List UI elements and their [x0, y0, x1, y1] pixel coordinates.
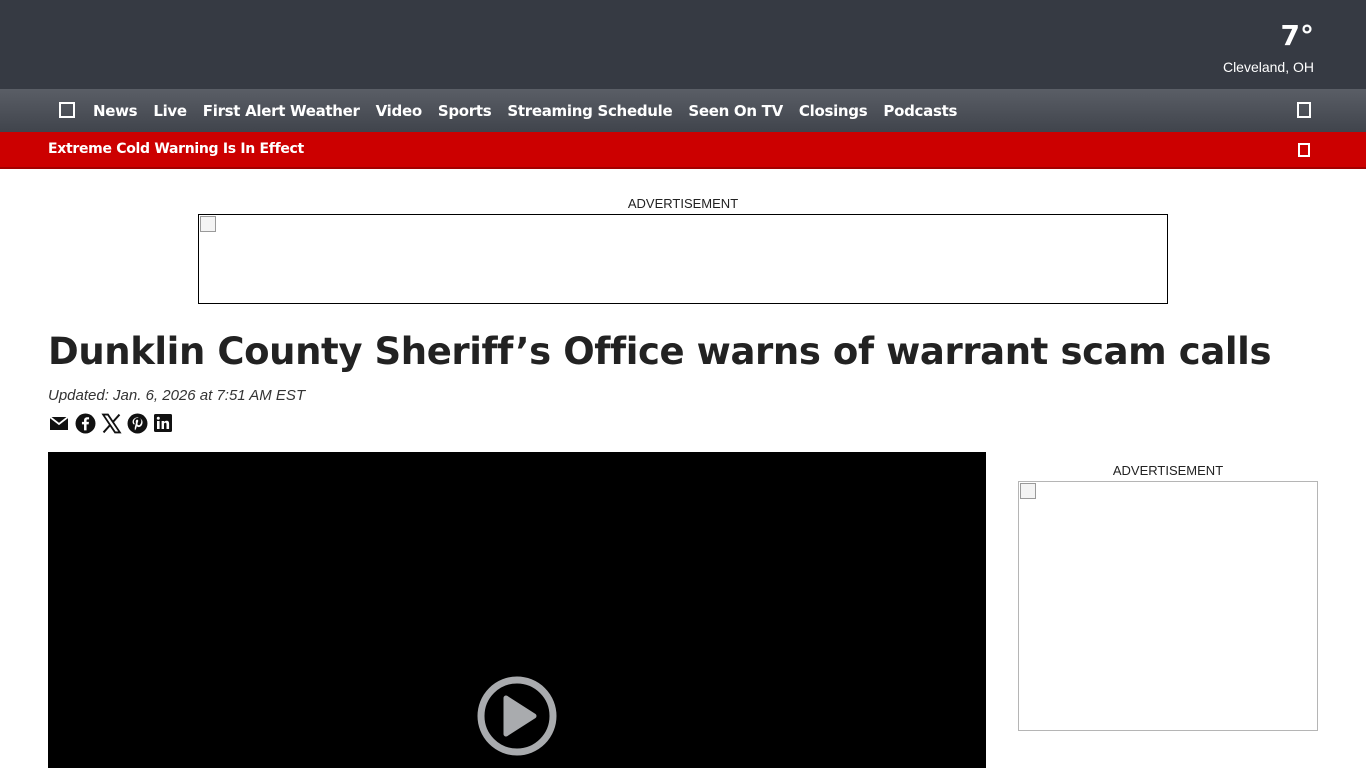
top-header: 7° Cleveland, OH [0, 0, 1366, 89]
linkedin-icon[interactable] [152, 411, 174, 435]
share-bar [48, 411, 174, 435]
menu-icon[interactable] [58, 101, 76, 119]
nav-item-live[interactable]: Live [145, 102, 194, 120]
weather-temperature: 7° [1280, 19, 1314, 52]
alert-text[interactable]: Extreme Cold Warning Is In Effect [48, 141, 304, 157]
facebook-icon[interactable] [74, 411, 96, 435]
nav-item-news[interactable]: News [85, 102, 145, 120]
nav-items: News Live First Alert Weather Video Spor… [85, 89, 965, 132]
email-icon[interactable] [48, 411, 70, 435]
alert-banner: Extreme Cold Warning Is In Effect [0, 132, 1366, 169]
play-icon[interactable] [476, 675, 558, 757]
weather-location: Cleveland, OH [1222, 59, 1314, 75]
broken-image-icon [200, 216, 216, 232]
article-headline: Dunklin County Sheriff’s Office warns of… [48, 330, 1272, 373]
nav-item-streaming-schedule[interactable]: Streaming Schedule [499, 102, 680, 120]
ad-top-banner[interactable] [198, 214, 1168, 304]
nav-item-video[interactable]: Video [368, 102, 430, 120]
nav-item-sports[interactable]: Sports [430, 102, 500, 120]
ad-top-label: ADVERTISEMENT [627, 196, 739, 211]
ad-sidebar[interactable] [1018, 481, 1318, 731]
x-icon[interactable] [100, 411, 122, 435]
close-icon[interactable] [1296, 142, 1312, 158]
article-updated-timestamp: Updated: Jan. 6, 2026 at 7:51 AM EST [48, 387, 306, 404]
nav-item-podcasts[interactable]: Podcasts [875, 102, 965, 120]
main-nav: News Live First Alert Weather Video Spor… [0, 89, 1366, 132]
search-icon[interactable] [1295, 101, 1313, 119]
nav-item-seen-on-tv[interactable]: Seen On TV [680, 102, 791, 120]
video-player[interactable] [48, 452, 986, 768]
ad-side-label: ADVERTISEMENT [1112, 463, 1224, 478]
weather-widget[interactable]: 7° Cleveland, OH [1223, 18, 1314, 76]
pinterest-icon[interactable] [126, 411, 148, 435]
nav-item-first-alert-weather[interactable]: First Alert Weather [195, 102, 368, 120]
nav-item-closings[interactable]: Closings [791, 102, 875, 120]
broken-image-icon [1020, 483, 1036, 499]
